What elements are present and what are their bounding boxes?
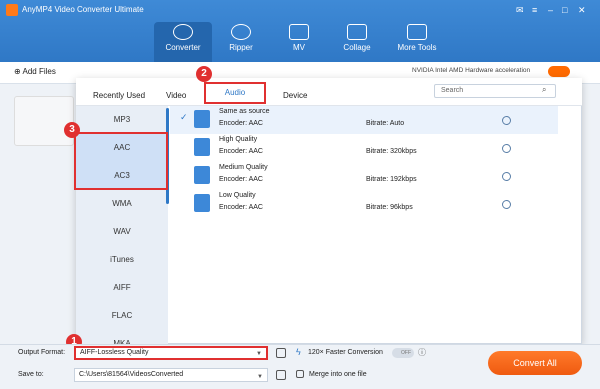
tab-recently-used[interactable]: Recently Used <box>93 91 145 100</box>
gear-icon[interactable] <box>502 200 511 209</box>
save-to-label: Save to: <box>18 371 44 378</box>
format-wma[interactable]: WMA <box>76 190 168 218</box>
preset-bitrate: Bitrate: 192kbps <box>366 176 417 183</box>
audio-file-icon <box>194 166 210 184</box>
help-icon[interactable]: ⓘ <box>418 347 426 358</box>
checkmark-icon: ✓ <box>180 112 188 122</box>
tab-video[interactable]: Video <box>166 91 186 100</box>
faster-conversion-toggle[interactable]: OFF <box>392 348 414 358</box>
preset-name: Low Quality <box>219 192 256 199</box>
gear-icon[interactable] <box>502 144 511 153</box>
preset-name: Same as source <box>219 108 270 115</box>
preset-row[interactable]: Medium Quality Encoder: AAC Bitrate: 192… <box>170 162 558 190</box>
audio-file-icon <box>194 138 210 156</box>
app-title: AnyMP4 Video Converter Ultimate <box>22 5 144 14</box>
lightning-icon: ϟ <box>296 347 301 357</box>
folder-icon[interactable] <box>276 370 286 380</box>
preset-encoder: Encoder: AAC <box>219 148 263 155</box>
app-logo <box>6 4 18 16</box>
gear-icon[interactable] <box>502 172 511 181</box>
hw-accel-toggle[interactable] <box>548 66 570 77</box>
tab-device[interactable]: Device <box>283 91 307 100</box>
tab-audio[interactable]: Audio <box>204 82 266 104</box>
preset-name: High Quality <box>219 136 258 143</box>
nav-label: Collage <box>343 43 371 52</box>
hardware-acceleration-label: NVIDIA Intel AMD Hardware acceleration <box>412 67 531 74</box>
collage-icon <box>347 24 367 40</box>
save-path-value: C:\Users\81564\VideosConverted <box>79 371 184 378</box>
faster-conversion-label: 120× Faster Conversion <box>308 349 383 356</box>
preset-bitrate: Bitrate: Auto <box>366 120 405 127</box>
preset-bitrate: Bitrate: 96kbps <box>366 204 413 211</box>
preset-encoder: Encoder: AAC <box>219 120 263 127</box>
preset-row[interactable]: ✓ Same as source Encoder: AAC Bitrate: A… <box>170 106 558 134</box>
toolbox-icon <box>407 24 427 40</box>
chevron-down-icon: ▼ <box>257 374 263 380</box>
minimize-icon[interactable]: – <box>548 4 553 16</box>
nav-more-tools[interactable]: More Tools <box>388 22 446 62</box>
output-format-label: Output Format: <box>18 349 66 356</box>
format-flac[interactable]: FLAC <box>76 302 168 330</box>
convert-all-button[interactable]: Convert All <box>488 351 582 375</box>
nav-mv[interactable]: MV <box>270 22 328 62</box>
highlight-box <box>74 132 168 190</box>
preset-encoder: Encoder: AAC <box>219 204 263 211</box>
preset-row[interactable]: High Quality Encoder: AAC Bitrate: 320kb… <box>170 134 558 162</box>
maximize-icon[interactable]: □ <box>562 4 567 16</box>
step-badge-2: 2 <box>196 66 212 82</box>
ripper-icon <box>231 24 251 40</box>
merge-label: Merge into one file <box>309 371 367 378</box>
format-aiff[interactable]: AIFF <box>76 274 168 302</box>
audio-file-icon <box>194 110 210 128</box>
audio-file-icon <box>194 194 210 212</box>
nav-collage[interactable]: Collage <box>328 22 386 62</box>
nav-label: Converter <box>165 43 201 52</box>
format-wav[interactable]: WAV <box>76 218 168 246</box>
merge-checkbox[interactable] <box>296 370 304 378</box>
menu-icon[interactable]: ≡ <box>532 4 537 16</box>
chevron-down-icon: ▼ <box>256 351 262 357</box>
search-input[interactable]: Search <box>434 84 556 98</box>
nav-converter[interactable]: Converter <box>154 22 212 62</box>
output-format-value: AIFF-Lossless Quality <box>80 349 149 356</box>
nav-label: Ripper <box>229 43 253 52</box>
mv-icon <box>289 24 309 40</box>
nav-label: More Tools <box>397 43 437 52</box>
save-path-select[interactable]: C:\Users\81564\VideosConverted ▼ <box>74 368 268 382</box>
output-format-select[interactable]: AIFF-Lossless Quality ▼ <box>74 346 268 360</box>
feedback-icon[interactable]: ✉ <box>516 4 524 16</box>
converter-icon <box>173 24 193 40</box>
step-badge-3: 3 <box>64 122 80 138</box>
close-icon[interactable]: ✕ <box>578 4 586 16</box>
format-itunes[interactable]: iTunes <box>76 246 168 274</box>
preset-encoder: Encoder: AAC <box>219 176 263 183</box>
edit-profile-icon[interactable] <box>276 348 286 358</box>
preset-name: Medium Quality <box>219 164 268 171</box>
add-files-label: Add Files <box>22 67 56 76</box>
format-mp3[interactable]: MP3 <box>76 106 168 134</box>
preset-bitrate: Bitrate: 320kbps <box>366 148 417 155</box>
file-thumbnail <box>14 96 74 146</box>
nav-ripper[interactable]: Ripper <box>212 22 270 62</box>
add-files-button[interactable]: ⊕ Add Files <box>14 67 56 76</box>
search-icon: ⌕ <box>542 85 547 94</box>
nav-label: MV <box>293 43 305 52</box>
gear-icon[interactable] <box>502 116 511 125</box>
preset-row[interactable]: Low Quality Encoder: AAC Bitrate: 96kbps <box>170 190 558 218</box>
